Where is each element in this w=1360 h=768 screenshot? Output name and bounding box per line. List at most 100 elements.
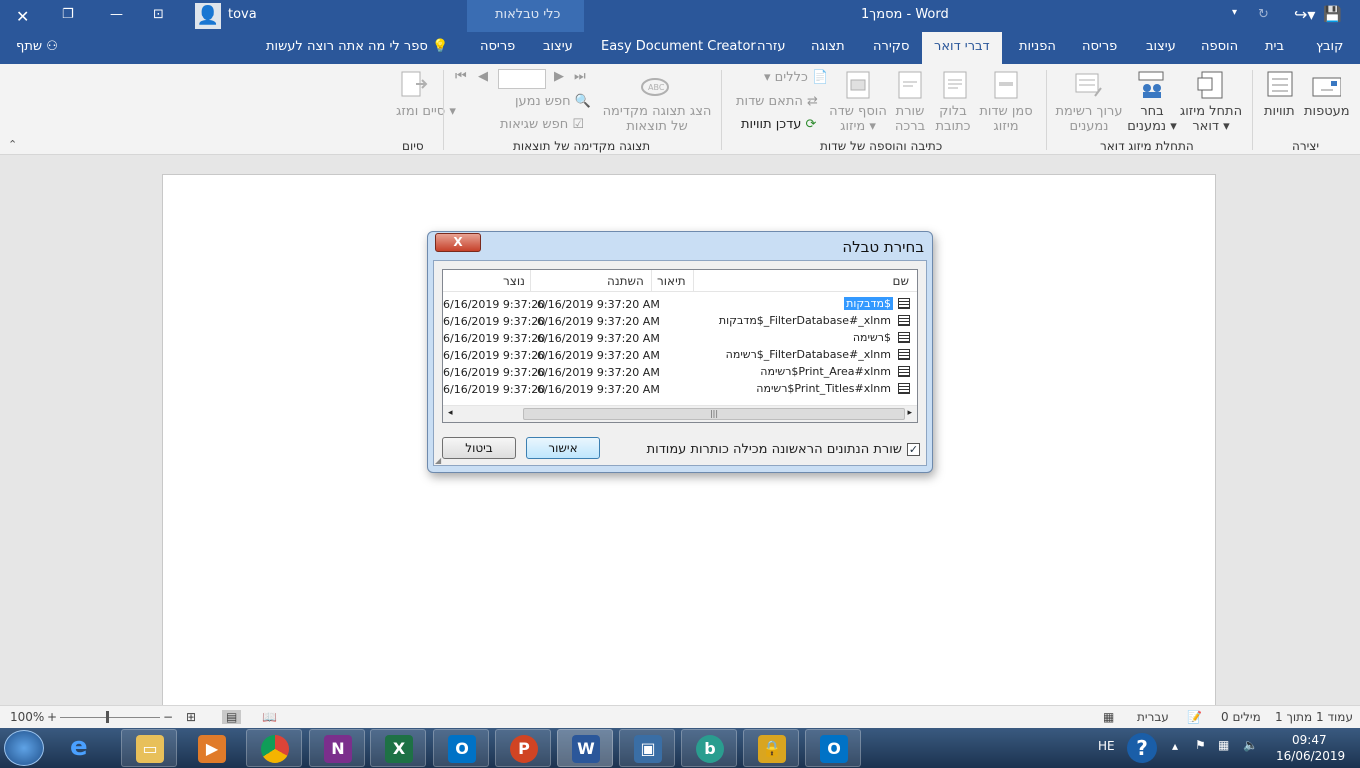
insert-merge-field-button[interactable]: הוסף שדה מיזוג ▾ <box>828 104 888 134</box>
last-record-icon[interactable]: ⏭ <box>574 69 586 84</box>
tab-file[interactable]: קובץ <box>1316 39 1343 54</box>
table-row[interactable]: רשימה$_FilterDatabase#_xlnm 6/16/2019 9:… <box>443 347 917 364</box>
start-button[interactable] <box>4 730 44 766</box>
taskbar-app-onenote[interactable]: N <box>309 729 365 767</box>
redo-icon[interactable]: ↻ <box>1258 7 1269 22</box>
taskbar-app-media[interactable]: ▶ <box>183 729 239 767</box>
highlight-merge-fields-button[interactable]: סמן שדות מיזוג <box>976 104 1036 134</box>
taskbar-app-word[interactable]: W <box>557 729 613 767</box>
first-row-headers-checkbox[interactable]: ✓ <box>907 443 920 456</box>
greeting-line-button[interactable]: שורת ברכה <box>890 104 930 134</box>
show-hidden-icons-icon[interactable]: ▴ <box>1172 739 1178 753</box>
dialog-close-button[interactable]: X <box>435 233 481 252</box>
column-header-name[interactable]: שם <box>893 274 909 288</box>
select-recipients-button[interactable]: בחר נמענים ▾ <box>1126 104 1178 134</box>
resize-grip-icon[interactable]: ◢ <box>435 456 441 465</box>
undo-icon[interactable]: ↪▾ <box>1294 5 1315 24</box>
table-row[interactable]: מדבקות$ 6/16/2019 9:37:20 AM 6/16/2019 9… <box>443 296 917 313</box>
match-fields-button[interactable]: התאם שדות ⇄ <box>736 94 818 109</box>
tab-view[interactable]: תצוגה <box>811 39 845 54</box>
zoom-in-icon[interactable]: + <box>47 710 57 724</box>
avatar[interactable]: 👤 <box>195 3 221 29</box>
web-layout-icon[interactable]: ⊞ <box>186 710 196 724</box>
zoom-slider-thumb[interactable] <box>106 711 109 723</box>
scrollbar-thumb[interactable]: ||| <box>523 408 905 420</box>
ok-button[interactable]: אישור <box>526 437 600 459</box>
column-header-created[interactable]: נוצר <box>503 274 525 288</box>
read-mode-icon[interactable]: 📖 <box>262 710 277 724</box>
ribbon-display-options-icon[interactable]: ⊡ <box>153 7 164 22</box>
zoom-out-icon[interactable]: − <box>163 710 173 724</box>
rules-button[interactable]: ▾ כללים 📄 <box>764 70 828 85</box>
ie-icon[interactable]: e <box>70 732 88 762</box>
tab-layout[interactable]: פריסה <box>1082 39 1117 54</box>
proofing-icon[interactable]: 📝 <box>1187 710 1202 724</box>
network-icon[interactable]: ▦ <box>1218 738 1229 752</box>
next-record-icon[interactable]: ▶ <box>554 69 564 84</box>
word-count[interactable]: 0 מילים <box>1221 710 1261 724</box>
input-language[interactable]: HE <box>1098 739 1115 753</box>
language-indicator[interactable]: עברית <box>1137 710 1169 724</box>
tab-table-design[interactable]: עיצוב <box>543 39 573 54</box>
preview-results-button[interactable]: הצג תצוגה מקדימה של תוצאות <box>600 104 714 134</box>
table-row[interactable]: רשימה$Print_Area#xlnm 6/16/2019 9:37:20 … <box>443 364 917 381</box>
tab-easy-document-creator[interactable]: Easy Document Creator <box>601 39 756 54</box>
page-info[interactable]: עמוד 1 מתוך 1 <box>1275 710 1353 724</box>
help-icon[interactable]: ? <box>1127 733 1157 763</box>
action-center-flag-icon[interactable]: ⚑ <box>1195 738 1206 752</box>
first-record-icon[interactable]: ⏮ <box>455 69 467 84</box>
horizontal-scrollbar[interactable]: ◂ ||| ▸ <box>443 405 917 422</box>
tab-design[interactable]: עיצוב <box>1146 39 1176 54</box>
tab-insert[interactable]: הוספה <box>1201 39 1238 54</box>
volume-icon[interactable]: 🔈 <box>1243 738 1258 752</box>
tell-me-search[interactable]: ספר לי מה אתה רוצה לעשות 💡 <box>266 39 448 54</box>
table-row[interactable]: רשימה$Print_Titles#xlnm 6/16/2019 9:37:2… <box>443 381 917 398</box>
record-number-input[interactable] <box>498 69 546 89</box>
scroll-right-icon[interactable]: ▸ <box>907 408 912 418</box>
tab-home[interactable]: בית <box>1265 39 1284 54</box>
update-labels-button[interactable]: עדכן תוויות ⟳ <box>741 117 816 132</box>
table-list[interactable]: שם תיאור השתנה נוצר מדבקות$ 6/16/2019 9:… <box>442 269 918 423</box>
restore-window-icon[interactable]: ❐ <box>62 7 74 22</box>
address-block-button[interactable]: בלוק כתובת <box>932 104 974 134</box>
taskbar-app-excel[interactable]: X <box>370 729 426 767</box>
taskbar-app-lock[interactable]: 🔒 <box>743 729 799 767</box>
tab-review[interactable]: סקירה <box>873 39 909 54</box>
finish-merge-button[interactable]: סיים ומזג ▾ <box>396 104 456 119</box>
table-row[interactable]: מדבקות$_FilterDatabase#_xlnm 6/16/2019 9… <box>443 313 917 330</box>
taskbar-app-b[interactable]: b <box>681 729 737 767</box>
user-name[interactable]: tova <box>228 7 257 22</box>
check-errors-button[interactable]: חפש שגיאות ☑ <box>500 117 584 132</box>
first-row-headers-label[interactable]: שורת הנתונים הראשונה מכילה כותרות עמודות <box>647 442 902 457</box>
column-header-description[interactable]: תיאור <box>657 274 686 288</box>
taskbar-app-outlook2[interactable]: O <box>805 729 861 767</box>
taskbar-app-explorer[interactable]: ▭ <box>121 729 177 767</box>
customize-qat-icon[interactable]: ▾ <box>1232 7 1237 18</box>
track-changes-icon[interactable]: ▦ <box>1103 710 1114 724</box>
taskbar-app-powerpoint[interactable]: P <box>495 729 551 767</box>
clock-time[interactable]: 09:47 <box>1292 733 1327 747</box>
table-row[interactable]: רשימה$ 6/16/2019 9:37:20 AM 6/16/2019 9:… <box>443 330 917 347</box>
labels-button[interactable]: תוויות <box>1264 104 1295 119</box>
zoom-slider[interactable] <box>60 717 160 718</box>
scroll-left-icon[interactable]: ◂ <box>448 408 453 418</box>
clock-date[interactable]: 16/06/2019 <box>1276 749 1345 763</box>
tab-mailings[interactable]: דברי דואר <box>922 32 1002 64</box>
close-window-icon[interactable]: ✕ <box>16 7 29 26</box>
taskbar-app-outlook[interactable]: O <box>433 729 489 767</box>
start-mail-merge-button[interactable]: התחל מיזוג דואר ▾ <box>1178 104 1244 134</box>
save-icon[interactable]: 💾 <box>1323 5 1342 23</box>
collapse-ribbon-icon[interactable]: ⌃ <box>8 138 17 151</box>
tab-references[interactable]: הפניות <box>1019 39 1056 54</box>
share-button[interactable]: שתף ⚇ <box>16 39 58 54</box>
tab-help[interactable]: עזרה <box>757 39 785 54</box>
print-layout-icon[interactable]: ▤ <box>222 710 242 724</box>
taskbar-app-remote-desktop[interactable]: ▣ <box>619 729 675 767</box>
find-recipient-button[interactable]: חפש נמען 🔍 <box>515 94 591 109</box>
minimize-window-icon[interactable]: — <box>110 7 123 22</box>
previous-record-icon[interactable]: ◀ <box>478 69 488 84</box>
column-header-modified[interactable]: השתנה <box>607 274 644 288</box>
edit-recipient-list-button[interactable]: ערוך רשימת נמענים <box>1054 104 1124 134</box>
taskbar-app-chrome[interactable] <box>246 729 302 767</box>
tab-table-layout[interactable]: פריסה <box>480 39 515 54</box>
